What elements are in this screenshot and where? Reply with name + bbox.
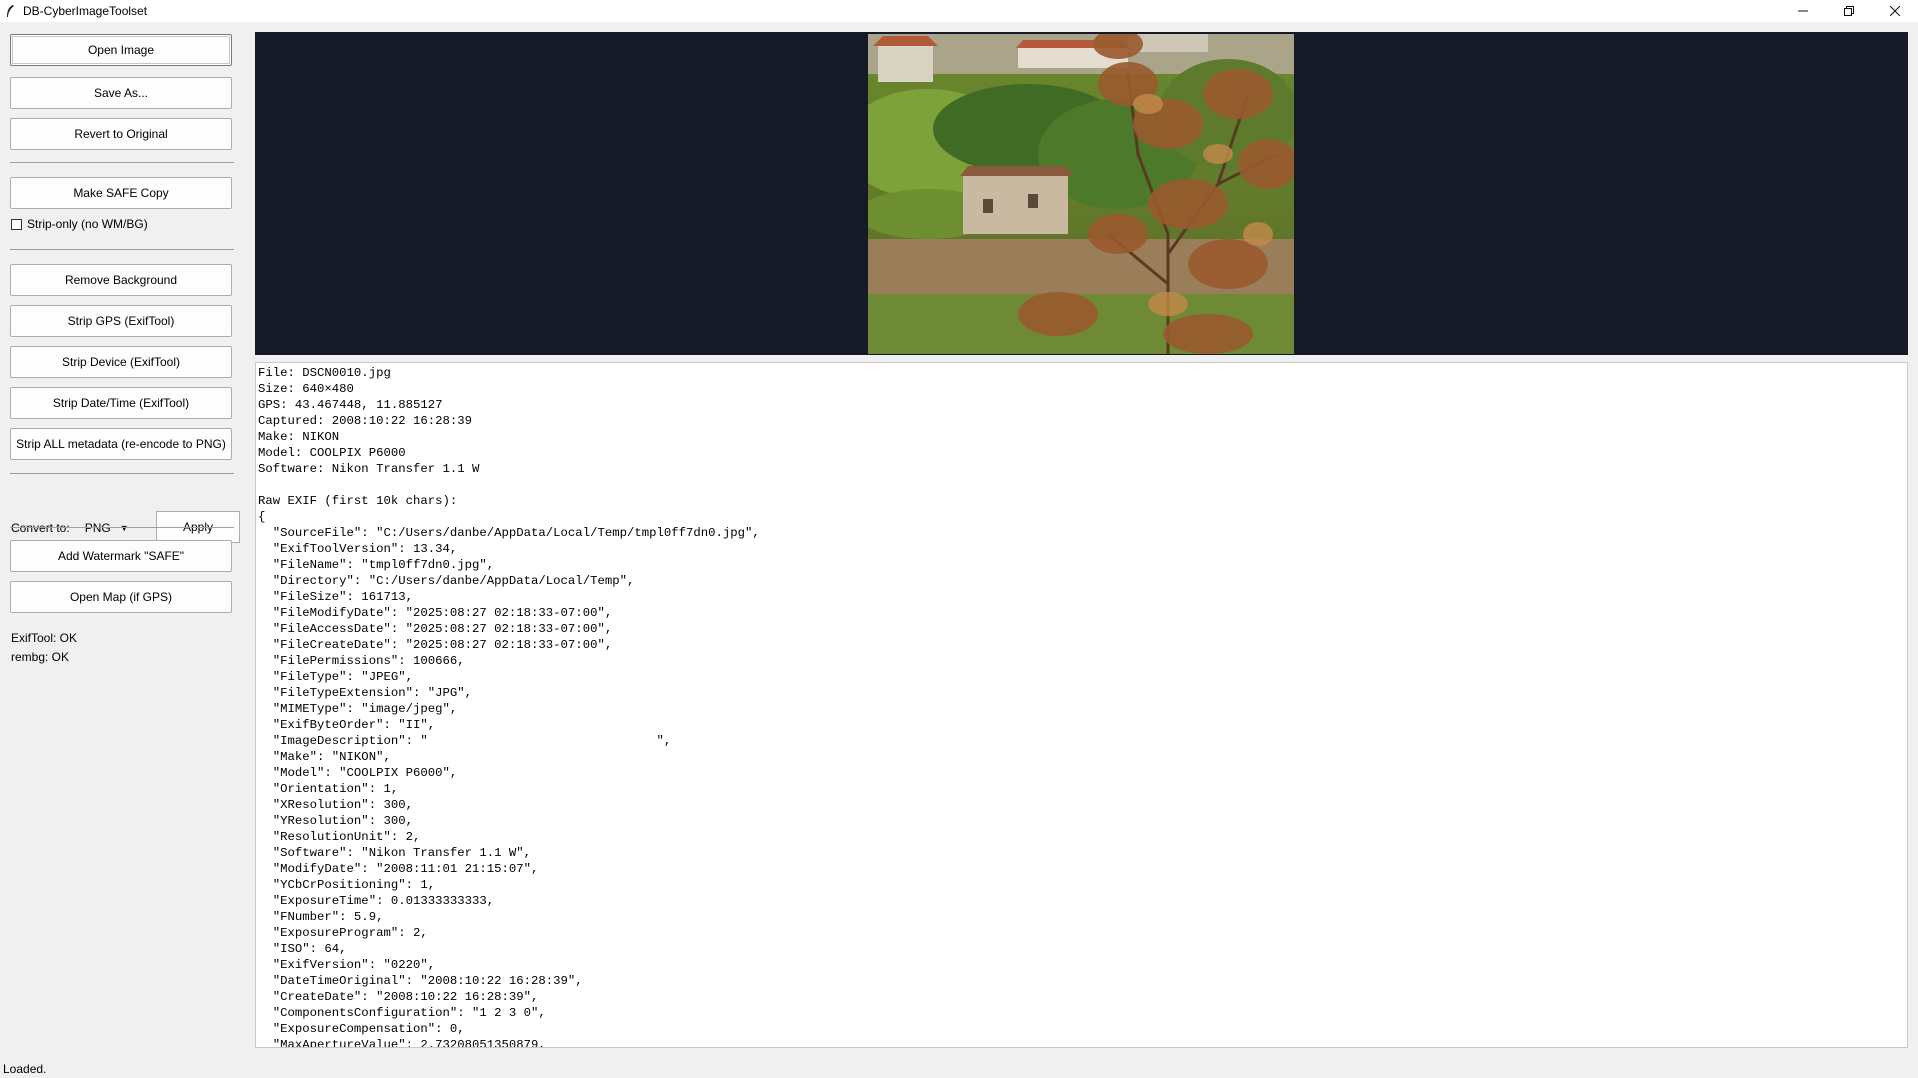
window-title: DB-CyberImageToolset xyxy=(23,4,148,18)
separator xyxy=(10,473,234,474)
strip-gps-button[interactable]: Strip GPS (ExifTool) xyxy=(10,305,232,337)
feather-icon xyxy=(5,4,17,18)
open-image-button[interactable]: Open Image xyxy=(10,34,232,66)
sidebar: Open Image Save As... Revert to Original… xyxy=(0,28,246,1058)
save-as-button[interactable]: Save As... xyxy=(10,77,232,109)
metadata-text: File: DSCN0010.jpg Size: 640×480 GPS: 43… xyxy=(258,366,760,1048)
strip-device-button[interactable]: Strip Device (ExifTool) xyxy=(10,346,232,378)
strip-datetime-button[interactable]: Strip Date/Time (ExifTool) xyxy=(10,387,232,419)
separator xyxy=(10,527,234,528)
dropdown-arrow-icon: ▼ xyxy=(119,523,129,533)
separator xyxy=(10,162,234,163)
add-watermark-button[interactable]: Add Watermark "SAFE" xyxy=(10,540,232,572)
preview-image xyxy=(868,34,1294,354)
convert-label: Convert to: xyxy=(11,521,70,535)
metadata-text-area[interactable]: File: DSCN0010.jpg Size: 640×480 GPS: 43… xyxy=(255,362,1908,1048)
strip-all-metadata-button[interactable]: Strip ALL metadata (re-encode to PNG) xyxy=(10,428,232,460)
separator xyxy=(10,249,234,250)
rembg-status: rembg: OK xyxy=(11,650,70,664)
remove-background-button[interactable]: Remove Background xyxy=(10,264,232,296)
format-select[interactable]: PNG ▼ xyxy=(85,516,133,540)
window-controls xyxy=(1780,0,1918,22)
make-safe-copy-button[interactable]: Make SAFE Copy xyxy=(10,177,232,209)
strip-only-checkbox-row[interactable]: Strip-only (no WM/BG) xyxy=(11,217,148,231)
image-preview-panel xyxy=(255,32,1908,355)
open-map-button[interactable]: Open Map (if GPS) xyxy=(10,581,232,613)
exiftool-status: ExifTool: OK xyxy=(11,631,78,645)
format-select-value: PNG xyxy=(84,521,111,535)
revert-button[interactable]: Revert to Original xyxy=(10,118,232,150)
restore-icon xyxy=(1844,6,1854,16)
minimize-button[interactable] xyxy=(1780,0,1826,22)
title-bar: DB-CyberImageToolset xyxy=(0,0,1918,22)
strip-only-checkbox[interactable] xyxy=(11,218,22,230)
restore-button[interactable] xyxy=(1826,0,1872,22)
close-button[interactable] xyxy=(1872,0,1918,22)
strip-only-label: Strip-only (no WM/BG) xyxy=(27,217,148,231)
close-icon xyxy=(1890,6,1900,16)
minimize-icon xyxy=(1798,10,1808,12)
status-bar: Loaded. xyxy=(3,1062,47,1076)
